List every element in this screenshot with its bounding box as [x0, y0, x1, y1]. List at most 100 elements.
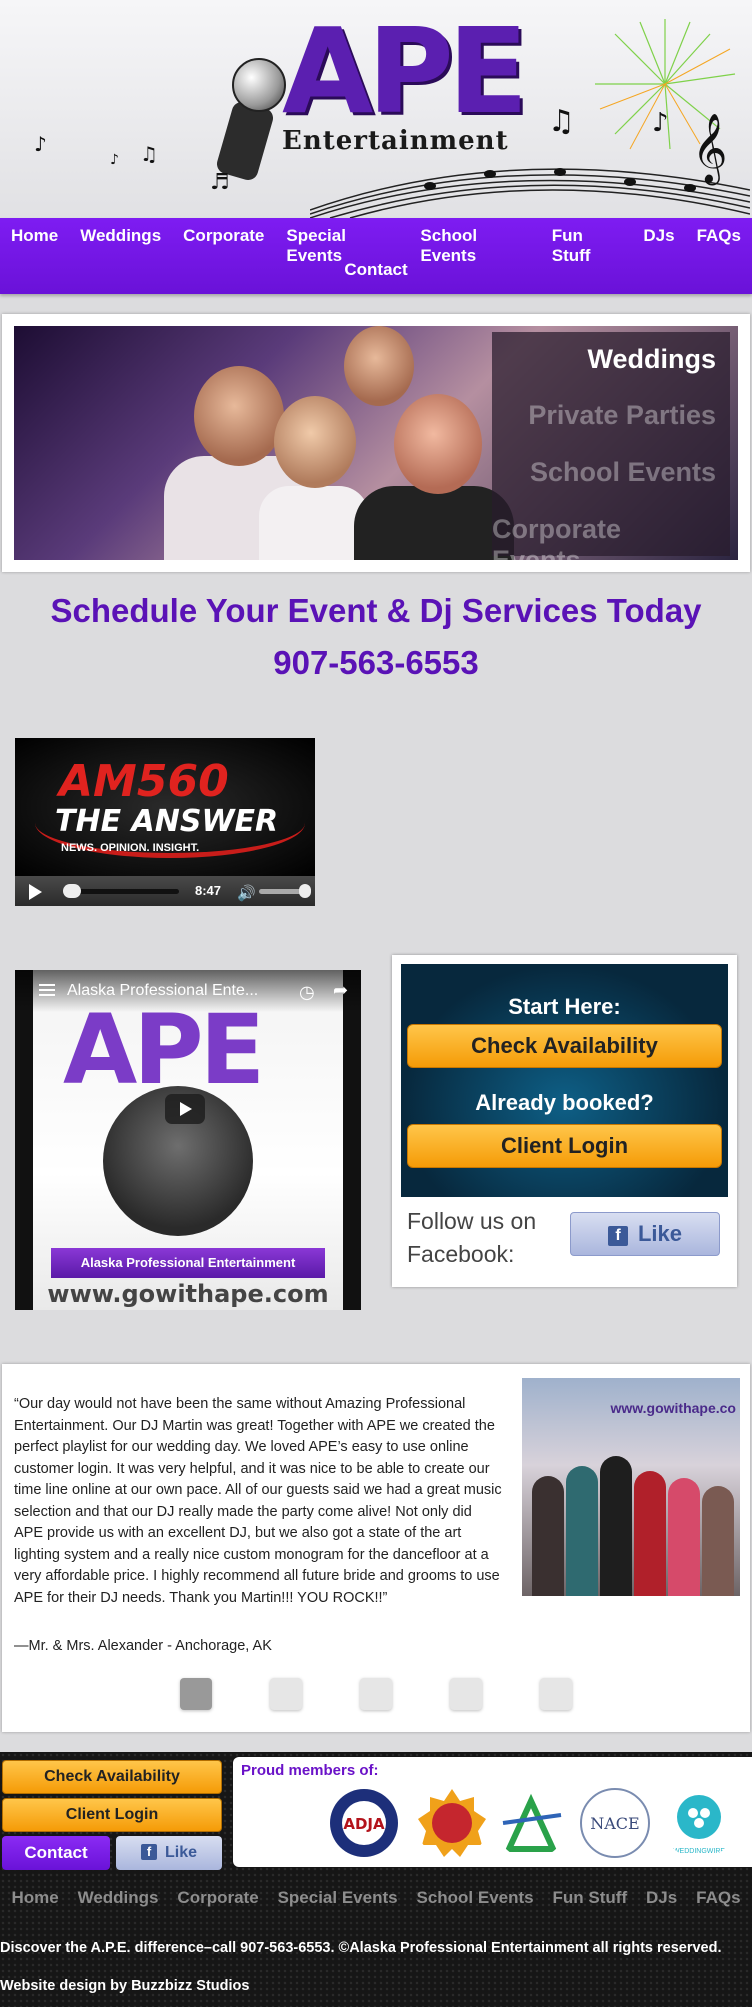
main-nav: Home Weddings Corporate Special Events S…: [0, 218, 752, 294]
like-label: Like: [164, 1844, 197, 1861]
person-graphic: [634, 1471, 666, 1596]
music-note-icon: ♪: [652, 108, 669, 138]
video-title[interactable]: Alaska Professional Ente...: [67, 982, 258, 1000]
pagination-dot[interactable]: [540, 1678, 572, 1710]
nace-badge-icon[interactable]: NACE: [579, 1787, 651, 1859]
design-credit-link[interactable]: Website design by Buzzbizz Studios: [0, 1978, 249, 1994]
footer-nav: Home Weddings Corporate Special Events S…: [0, 1888, 752, 1908]
footer-check-availability-button[interactable]: Check Availability: [2, 1760, 222, 1794]
video-play-button[interactable]: [165, 1094, 205, 1124]
already-booked-text: Already booked?: [475, 1090, 654, 1115]
nace-badge-text: NACE: [590, 1814, 639, 1833]
music-note-icon: ♪: [110, 152, 119, 168]
nav-item-contact[interactable]: Contact: [344, 260, 407, 280]
pagination-dot[interactable]: [270, 1678, 302, 1710]
music-note-icon: ♫: [548, 104, 575, 139]
members-panel: Proud members of: ADJA NACE WEDDINGWIRE: [233, 1757, 752, 1867]
follow-facebook-text: Follow us on Facebook:: [407, 1208, 537, 1267]
video-url-text: www.gowithape.com: [47, 1280, 329, 1308]
person-graphic: [194, 366, 284, 466]
person-graphic: [668, 1478, 700, 1596]
testimonial-section: “Our day would not have been the same wi…: [2, 1364, 750, 1732]
triangle-badge-icon[interactable]: [495, 1787, 567, 1859]
footer-nav-faqs[interactable]: FAQs: [696, 1888, 740, 1908]
footer-client-login-button[interactable]: Client Login: [2, 1798, 222, 1832]
footer-nav-school-events[interactable]: School Events: [416, 1888, 533, 1908]
treble-clef-icon: 𝄞: [692, 113, 728, 183]
testimonial-pagination: [180, 1678, 580, 1710]
person-graphic: [344, 326, 414, 406]
radio-logo: AM560 THE ANSWER NEWS. OPINION. INSIGHT.: [15, 738, 315, 876]
nav-row: Contact: [0, 260, 752, 280]
playlist-icon[interactable]: [39, 984, 55, 996]
video-embed[interactable]: APE Alaska Professional Entertainment ww…: [15, 970, 361, 1310]
start-panel-inner: Start Here: Check Availability Already b…: [401, 964, 728, 1197]
facebook-icon: f: [140, 1844, 157, 1860]
video-title-bar: Alaska Professional Ente... ◷ ➦: [15, 970, 361, 1012]
radio-player: AM560 THE ANSWER NEWS. OPINION. INSIGHT.…: [15, 738, 315, 906]
person-graphic: [702, 1486, 734, 1596]
volume-icon[interactable]: 🔊: [237, 884, 256, 902]
logo-text[interactable]: APE: [282, 12, 528, 130]
schedule-heading: Schedule Your Event & Dj Services Today: [50, 592, 702, 629]
client-login-button[interactable]: Client Login: [407, 1124, 722, 1168]
watch-later-icon[interactable]: ◷: [299, 982, 315, 1003]
like-label: Like: [637, 1221, 683, 1246]
pagination-dot[interactable]: [450, 1678, 482, 1710]
footer-contact-button[interactable]: Contact: [2, 1836, 110, 1870]
share-icon[interactable]: ➦: [333, 980, 348, 1001]
video-banner: Alaska Professional Entertainment: [51, 1248, 325, 1278]
photo-banner-url: www.gowithape.co: [610, 1400, 737, 1416]
volume-handle[interactable]: [299, 884, 311, 898]
logo-subtext: Entertainment: [282, 126, 509, 156]
check-availability-button[interactable]: Check Availability: [407, 1024, 722, 1068]
slider-menu-item[interactable]: Private Parties: [528, 400, 716, 431]
play-icon[interactable]: [29, 884, 42, 900]
weddingwire-badge-text: WEDDINGWIRE: [673, 1848, 725, 1855]
footer-nav-home[interactable]: Home: [11, 1888, 58, 1908]
person-graphic: [532, 1476, 564, 1596]
hero-slider: Weddings Private Parties School Events C…: [2, 314, 750, 572]
facebook-icon: f: [607, 1226, 628, 1246]
music-note-icon: ♬: [210, 170, 230, 195]
start-title: Start Here:: [508, 994, 621, 1019]
site-footer: Check Availability Client Login Contact …: [0, 1752, 752, 2007]
testimonial-author: —Mr. & Mrs. Alexander - Anchorage, AK: [14, 1638, 272, 1654]
person-graphic: [566, 1466, 598, 1596]
testimonial-photo: www.gowithape.co: [522, 1378, 740, 1596]
footer-facebook-like-button[interactable]: f Like: [116, 1836, 222, 1870]
footer-nav-corporate[interactable]: Corporate: [177, 1888, 258, 1908]
music-staff-graphic: [310, 168, 750, 218]
slider-menu-item[interactable]: School Events: [530, 457, 716, 488]
slider-menu-item[interactable]: Corporate Events: [492, 514, 716, 560]
radio-tagline: THE ANSWER: [55, 804, 279, 839]
microphone-icon: [232, 58, 286, 112]
radio-station-name: AM560: [59, 756, 229, 807]
adja-badge-text: ADJA: [343, 1815, 385, 1833]
footer-nav-weddings[interactable]: Weddings: [78, 1888, 159, 1908]
seal-badge-icon[interactable]: [416, 1787, 488, 1859]
slider-menu: Weddings Private Parties School Events C…: [492, 332, 730, 560]
person-graphic: [354, 486, 514, 560]
footer-nav-special-events[interactable]: Special Events: [278, 1888, 398, 1908]
person-graphic: [394, 394, 482, 494]
members-title: Proud members of:: [241, 1762, 379, 1779]
footer-nav-djs[interactable]: DJs: [646, 1888, 677, 1908]
slider-menu-item[interactable]: Weddings: [587, 344, 716, 375]
time-display: 8:47: [195, 883, 222, 898]
phone-number[interactable]: 907-563-6553: [0, 644, 752, 682]
hero-photo[interactable]: Weddings Private Parties School Events C…: [14, 326, 738, 560]
seek-handle[interactable]: [63, 884, 81, 898]
pagination-dot[interactable]: [360, 1678, 392, 1710]
adja-badge-icon[interactable]: ADJA: [328, 1787, 400, 1859]
weddingwire-badge-icon[interactable]: WEDDINGWIRE: [663, 1787, 735, 1859]
audio-controls: 8:47 🔊: [15, 876, 315, 906]
footer-nav-fun-stuff[interactable]: Fun Stuff: [553, 1888, 628, 1908]
music-note-icon: ♫: [140, 142, 158, 166]
site-header: APE Entertainment ♪ ♫ ♪ ♬ ♫ ♪ 𝄞: [0, 0, 752, 218]
person-graphic: [600, 1456, 632, 1596]
pagination-dot[interactable]: [180, 1678, 212, 1710]
facebook-like-button[interactable]: f Like: [570, 1212, 720, 1256]
music-note-icon: ♪: [34, 132, 47, 156]
person-graphic: [259, 486, 369, 560]
